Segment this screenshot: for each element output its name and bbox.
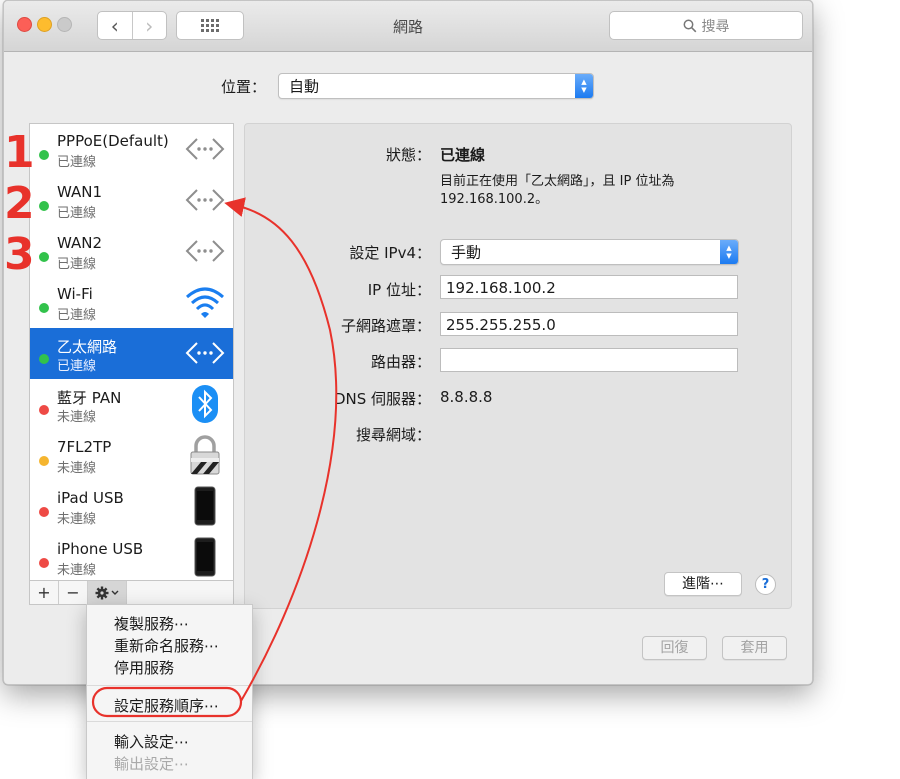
status-value: 已連線: [440, 146, 486, 164]
service-status: 已連線: [57, 359, 97, 374]
status-dot: [39, 405, 49, 415]
help-button[interactable]: ?: [755, 574, 776, 595]
location-label: 位置：: [221, 78, 267, 96]
service-item[interactable]: Wi-Fi 已連線: [30, 277, 233, 328]
dns-server-label: DNS 伺服器：: [333, 390, 431, 408]
service-item[interactable]: 7FL2TP 未連線: [30, 430, 233, 481]
status-dot: [39, 354, 49, 364]
ethernet-icon: [183, 231, 227, 271]
lock-icon: [183, 435, 227, 475]
router-label: 路由器：: [370, 353, 431, 371]
status-dot: [39, 303, 49, 313]
status-dot: [39, 456, 49, 466]
status-dot: [39, 252, 49, 262]
ip-address-label: IP 位址：: [367, 281, 431, 299]
bluetooth-icon: [183, 384, 227, 424]
menu-item-disable-service[interactable]: 停用服務: [114, 657, 174, 678]
status-dot: [39, 558, 49, 568]
service-status: 未連線: [57, 410, 97, 425]
status-dot: [39, 507, 49, 517]
location-popup[interactable]: 自動 ▲ ▼: [278, 73, 594, 99]
service-name: 7FL2TP: [57, 438, 112, 456]
menu-separator: [87, 685, 252, 686]
search-field[interactable]: 搜尋: [609, 11, 803, 40]
status-description-line1: 目前正在使用「乙太網路」，且 IP 位址為: [440, 174, 675, 189]
ipv4-config-label: 設定 IPv4：: [349, 244, 431, 262]
advanced-button[interactable]: 進階⋯: [664, 572, 742, 596]
annotation-number-3: 3: [4, 229, 35, 280]
service-name: PPPoE(Default): [57, 132, 169, 150]
title-bar: ‹ › 網路 搜尋: [4, 1, 812, 52]
service-item[interactable]: iPad USB 未連線: [30, 481, 233, 532]
menu-item-duplicate-service[interactable]: 複製服務⋯: [114, 613, 189, 634]
ethernet-icon: [183, 129, 227, 169]
service-status: 已連線: [57, 155, 97, 170]
location-value: 自動: [289, 77, 320, 96]
stepper-arrows-icon: ▲ ▼: [720, 240, 738, 264]
service-item[interactable]: 乙太網路 已連線: [30, 328, 233, 379]
apply-button[interactable]: 套用: [722, 636, 787, 660]
service-status: 已連線: [57, 308, 97, 323]
wifi-icon: [183, 282, 227, 322]
ipv4-config-popup[interactable]: 手動 ▲ ▼: [440, 239, 739, 265]
service-name: iPad USB: [57, 489, 124, 507]
router-field[interactable]: [440, 348, 738, 372]
ethernet-icon: [183, 333, 227, 373]
menu-item-import-configurations[interactable]: 輸入設定⋯: [114, 731, 189, 752]
action-menu: 複製服務⋯ 重新命名服務⋯ 停用服務 設定服務順序⋯ 輸入設定⋯ 輸出設定⋯: [86, 604, 253, 779]
service-item[interactable]: WAN1 已連線: [30, 175, 233, 226]
service-name: Wi-Fi: [57, 285, 93, 303]
menu-item-rename-service[interactable]: 重新命名服務⋯: [114, 635, 219, 656]
search-placeholder: 搜尋: [701, 18, 730, 35]
menu-separator: [87, 721, 252, 722]
status-dot: [39, 150, 49, 160]
service-item[interactable]: PPPoE(Default) 已連線: [30, 124, 233, 175]
network-preferences-window: ‹ › 網路 搜尋 位置： 自動 ▲ ▼ PPPoE(Default) 已連線 WAN…: [3, 0, 813, 685]
search-icon: [683, 19, 696, 32]
dns-server-value[interactable]: 8.8.8.8: [440, 388, 492, 406]
subnet-mask-label: 子網路遮罩：: [340, 317, 431, 335]
gear-icon: [95, 586, 119, 599]
subnet-mask-field[interactable]: 255.255.255.0: [440, 312, 738, 336]
annotation-number-1: 1: [4, 127, 35, 178]
service-name: 藍牙 PAN: [57, 389, 122, 407]
service-status: 未連線: [57, 461, 97, 476]
search-domain-label: 搜尋網域：: [355, 426, 431, 444]
service-status: 已連線: [57, 257, 97, 272]
service-name: 乙太網路: [57, 338, 118, 356]
status-description-line2: 192.168.100.2。: [440, 192, 549, 207]
remove-service-button[interactable]: −: [59, 581, 88, 604]
status-label: 狀態：: [385, 146, 431, 164]
service-name: iPhone USB: [57, 540, 144, 558]
device-icon: [183, 486, 227, 526]
service-status: 未連線: [57, 512, 97, 527]
menu-item-set-service-order[interactable]: 設定服務順序⋯: [114, 695, 219, 716]
annotation-number-2: 2: [4, 178, 35, 229]
service-status: 已連線: [57, 206, 97, 221]
status-dot: [39, 201, 49, 211]
service-item[interactable]: iPhone USB 未連線: [30, 532, 233, 580]
service-list-toolbar: + −: [29, 580, 234, 605]
device-icon: [183, 537, 227, 577]
service-status: 未連線: [57, 563, 97, 578]
menu-item-export-configurations: 輸出設定⋯: [114, 755, 190, 773]
detail-pane: 狀態： 已連線 目前正在使用「乙太網路」，且 IP 位址為 192.168.10…: [244, 123, 792, 609]
service-list: PPPoE(Default) 已連線 WAN1 已連線 WAN2 已連線 Wi-Fi 已連線乙…: [29, 123, 234, 581]
service-name: WAN1: [57, 183, 103, 201]
ethernet-icon: [183, 180, 227, 220]
service-item[interactable]: WAN2 已連線: [30, 226, 233, 277]
revert-button[interactable]: 回復: [642, 636, 707, 660]
service-name: WAN2: [57, 234, 103, 252]
service-item[interactable]: 藍牙 PAN 未連線: [30, 379, 233, 430]
ipv4-config-value: 手動: [451, 243, 482, 262]
action-menu-button[interactable]: [88, 581, 127, 604]
ip-address-field[interactable]: 192.168.100.2: [440, 275, 738, 299]
add-service-button[interactable]: +: [30, 581, 59, 604]
stepper-arrows-icon: ▲ ▼: [575, 74, 593, 98]
